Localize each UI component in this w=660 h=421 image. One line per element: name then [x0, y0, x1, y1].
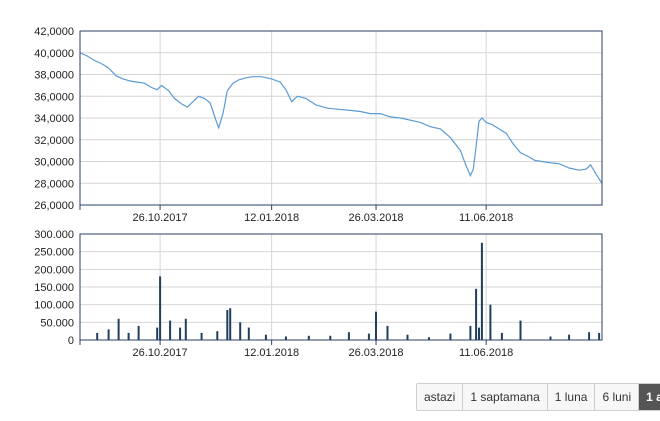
price-y-tick-label: 42,0000: [34, 26, 74, 38]
volume-bar: [588, 332, 591, 340]
volume-bar: [159, 276, 162, 340]
volume-y-tick-label: 100.000: [34, 300, 74, 312]
range-button-today[interactable]: astazi: [417, 384, 464, 410]
range-button-1-month[interactable]: 1 luna: [548, 384, 596, 410]
volume-y-tick-label: 300.000: [34, 229, 74, 241]
volume-y-tick-label: 200.000: [34, 264, 74, 276]
volume-bar: [480, 242, 483, 340]
price-y-tick-label: 40,0000: [34, 48, 74, 60]
volume-bar: [156, 327, 159, 340]
volume-bar: [386, 325, 389, 340]
range-selector: astazi 1 saptamana 1 luna 6 luni 1 an: [416, 383, 660, 411]
price-x-tick-label: 12.01.2018: [244, 212, 299, 224]
range-button-6-months[interactable]: 6 luni: [595, 384, 640, 410]
volume-bar: [239, 322, 242, 340]
volume-bar: [367, 333, 370, 340]
volume-bar: [329, 335, 332, 340]
volume-bar: [96, 332, 99, 340]
volume-bar: [568, 334, 571, 340]
volume-bar: [549, 336, 552, 340]
price-x-tick-label: 26.03.2018: [349, 212, 404, 224]
volume-x-tick-label: 11.06.2018: [459, 347, 513, 359]
volume-bar: [137, 325, 140, 340]
volume-bar: [226, 310, 229, 340]
volume-bar: [469, 325, 472, 340]
volume-bar: [347, 332, 350, 340]
volume-bar: [184, 318, 187, 340]
price-y-tick-label: 30,0000: [34, 157, 74, 169]
volume-bar: [475, 288, 478, 340]
volume-bar: [406, 334, 409, 340]
volume-bar: [449, 333, 452, 340]
volume-x-tick-label: 26.10.2017: [133, 347, 188, 359]
volume-bar: [107, 329, 110, 340]
price-y-tick-label: 36,0000: [34, 91, 74, 103]
price-y-tick-label: 26,0000: [34, 200, 74, 212]
volume-bar: [179, 327, 182, 340]
price-x-tick-label: 11.06.2018: [459, 212, 513, 224]
volume-x-tick-label: 26.03.2018: [349, 347, 404, 359]
volume-bar: [200, 332, 203, 340]
volume-bar: [284, 336, 287, 340]
price-y-tick-label: 32,0000: [34, 135, 74, 147]
chart-area: 42,0000 40,0000 38,0000 36,0000 34,0000 32,00…: [34, 26, 603, 359]
volume-bar: [489, 304, 492, 340]
volume-y-tick-label: 150.000: [34, 282, 74, 294]
volume-bar: [519, 320, 522, 340]
volume-bar: [169, 320, 172, 340]
range-button-1-week[interactable]: 1 saptamana: [463, 384, 548, 410]
volume-bar: [117, 318, 120, 340]
volume-bar: [216, 331, 219, 340]
volume-y-tick-label: 0: [68, 335, 74, 347]
volume-bar: [598, 332, 601, 340]
volume-bar: [247, 327, 250, 340]
price-y-tick-label: 34,0000: [34, 113, 74, 125]
volume-x-tick-label: 12.01.2018: [244, 347, 299, 359]
volume-y-tick-label: 50.000: [40, 317, 74, 329]
volume-bar: [500, 332, 503, 340]
price-x-tick-label: 26.10.2017: [133, 212, 188, 224]
volume-bar: [264, 334, 267, 340]
volume-bar: [375, 311, 377, 340]
volume-bar: [307, 335, 310, 340]
volume-bar: [478, 327, 480, 340]
price-y-tick-label: 28,0000: [34, 178, 74, 190]
volume-bar: [229, 308, 232, 340]
range-button-1-year[interactable]: 1 an: [639, 384, 660, 410]
volume-bar: [127, 332, 130, 340]
volume-y-tick-label: 250.000: [34, 247, 74, 259]
price-y-tick-label: 38,0000: [34, 70, 74, 82]
